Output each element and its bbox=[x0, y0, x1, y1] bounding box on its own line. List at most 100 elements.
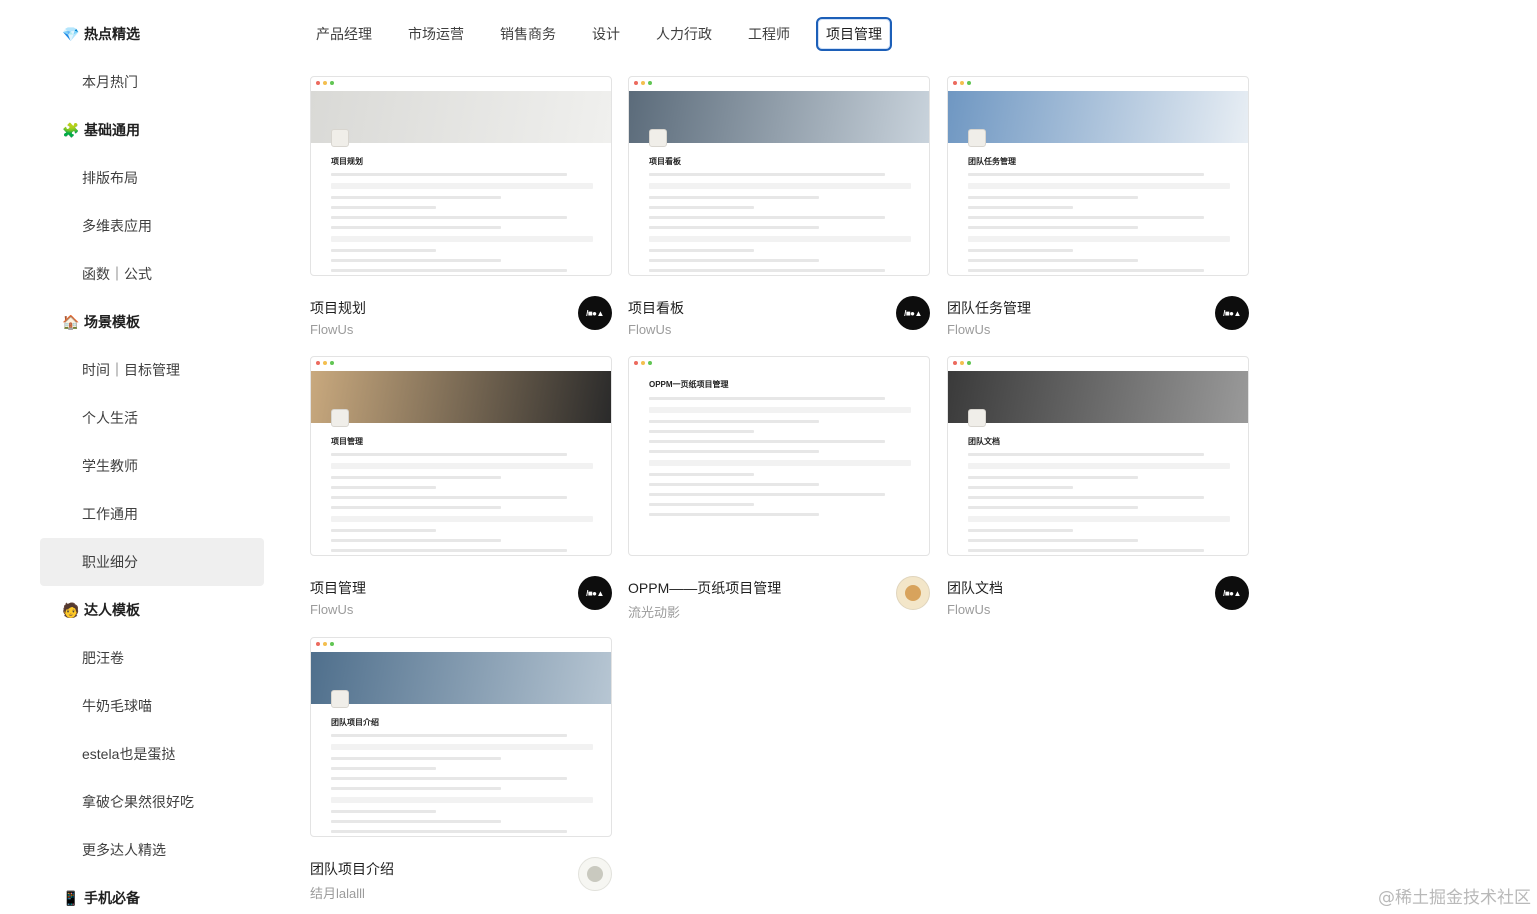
template-card[interactable]: 团队任务管理 团队任务管理 FlowUs/■●▲ bbox=[947, 76, 1249, 338]
flowus-logo-icon: /■●▲ bbox=[586, 308, 604, 318]
sidebar-section[interactable]: 📱 手机必备 bbox=[40, 874, 264, 914]
template-title[interactable]: 项目管理 bbox=[310, 578, 366, 598]
cat-avatar-icon bbox=[587, 866, 603, 882]
sidebar-section[interactable]: 🧩 基础通用 bbox=[40, 106, 264, 154]
thumbnail-doc-title: 项目看板 bbox=[649, 157, 681, 166]
template-author: 结月lalalll bbox=[310, 886, 365, 901]
sidebar-item-label: 拿破仑果然很好吃 bbox=[82, 794, 194, 810]
tab-category[interactable]: 人力行政 bbox=[646, 17, 722, 51]
page-icon bbox=[331, 409, 349, 427]
sidebar-item[interactable]: 个人生活 bbox=[40, 394, 264, 442]
person-icon: 🧑 bbox=[62, 601, 80, 618]
template-thumbnail[interactable]: 团队文档 bbox=[947, 356, 1249, 556]
page-icon bbox=[968, 409, 986, 427]
template-title[interactable]: 团队项目介绍 bbox=[310, 859, 394, 879]
template-thumbnail[interactable]: 团队任务管理 bbox=[947, 76, 1249, 276]
window-dots-icon bbox=[953, 81, 971, 85]
template-author: FlowUs bbox=[628, 322, 672, 337]
watermark: @稀土掘金技术社区 bbox=[1378, 888, 1531, 908]
flowus-logo-icon: /■●▲ bbox=[1223, 588, 1241, 598]
sidebar-item-label: 多维表应用 bbox=[82, 218, 152, 234]
tab-category[interactable]: 产品经理 bbox=[306, 17, 382, 51]
flowus-logo-icon: /■●▲ bbox=[1223, 308, 1241, 318]
sidebar-section[interactable]: 💎 热点精选 bbox=[40, 10, 264, 58]
sidebar-item[interactable]: 职业细分 bbox=[40, 538, 264, 586]
template-thumbnail[interactable]: OPPM一页纸项目管理 bbox=[628, 356, 930, 556]
cover-image bbox=[311, 91, 611, 143]
template-card[interactable]: 项目规划 项目规划 FlowUs/■●▲ bbox=[310, 76, 612, 338]
template-card[interactable]: 项目管理 项目管理 FlowUs/■●▲ bbox=[310, 356, 612, 618]
window-dots-icon bbox=[316, 81, 334, 85]
template-title[interactable]: 项目规划 bbox=[310, 298, 366, 318]
sidebar-item-label: 排版布局 bbox=[82, 170, 138, 186]
window-dots-icon bbox=[634, 361, 652, 365]
sidebar-item[interactable]: estela也是蛋挞 bbox=[40, 730, 264, 778]
thumbnail-content-preview bbox=[968, 173, 1230, 275]
tab-category[interactable]: 工程师 bbox=[738, 17, 800, 51]
thumbnail-doc-title: OPPM一页纸项目管理 bbox=[649, 380, 729, 389]
author-avatar[interactable]: /■●▲ bbox=[578, 296, 612, 330]
sidebar-section[interactable]: 🏠 场景模板 bbox=[40, 298, 264, 346]
template-thumbnail[interactable]: 团队项目介绍 bbox=[310, 637, 612, 837]
page-icon bbox=[649, 129, 667, 147]
template-card[interactable]: 团队文档 团队文档 FlowUs/■●▲ bbox=[947, 356, 1249, 618]
thumbnail-doc-title: 项目管理 bbox=[331, 437, 363, 446]
thumbnail-doc-title: 团队项目介绍 bbox=[331, 718, 379, 727]
flowus-logo-icon: /■●▲ bbox=[586, 588, 604, 598]
sidebar-item[interactable]: 函数｜公式 bbox=[40, 250, 264, 298]
thumbnail-doc-title: 团队任务管理 bbox=[968, 157, 1016, 166]
page-icon bbox=[331, 129, 349, 147]
house-icon: 🏠 bbox=[62, 313, 80, 330]
sidebar-item[interactable]: 更多达人精选 bbox=[40, 826, 264, 874]
thumbnail-content-preview bbox=[331, 173, 593, 275]
sidebar-item[interactable]: 肥汪卷 bbox=[40, 634, 264, 682]
cover-image bbox=[948, 91, 1248, 143]
sidebar-item-label: 学生教师 bbox=[82, 458, 138, 474]
tab-category[interactable]: 设计 bbox=[582, 17, 630, 51]
sidebar-item[interactable]: 拿破仑果然很好吃 bbox=[40, 778, 264, 826]
template-author: FlowUs bbox=[947, 602, 991, 617]
tab-category[interactable]: 项目管理 bbox=[816, 17, 892, 51]
sidebar-item[interactable]: 牛奶毛球喵 bbox=[40, 682, 264, 730]
author-avatar[interactable] bbox=[896, 576, 930, 610]
template-author: 流光动影 bbox=[628, 605, 681, 620]
sidebar-item[interactable]: 学生教师 bbox=[40, 442, 264, 490]
author-avatar[interactable]: /■●▲ bbox=[896, 296, 930, 330]
tab-category[interactable]: 销售商务 bbox=[490, 17, 566, 51]
sidebar-item[interactable]: 多维表应用 bbox=[40, 202, 264, 250]
sidebar-item-label: 时间｜目标管理 bbox=[82, 362, 180, 378]
template-thumbnail[interactable]: 项目规划 bbox=[310, 76, 612, 276]
author-avatar[interactable]: /■●▲ bbox=[578, 576, 612, 610]
cover-image bbox=[948, 371, 1248, 423]
thumbnail-content-preview bbox=[968, 453, 1230, 555]
sidebar-item-label: 个人生活 bbox=[82, 410, 138, 426]
sidebar-item[interactable]: 排版布局 bbox=[40, 154, 264, 202]
sidebar-item[interactable]: 工作通用 bbox=[40, 490, 264, 538]
window-dots-icon bbox=[316, 642, 334, 646]
cover-image bbox=[629, 91, 929, 143]
sidebar-item[interactable]: 本月热门 bbox=[40, 58, 264, 106]
template-title[interactable]: 团队文档 bbox=[947, 578, 1003, 598]
sidebar-section[interactable]: 🧑 达人模板 bbox=[40, 586, 264, 634]
flowus-logo-icon: /■●▲ bbox=[904, 308, 922, 318]
sidebar-item-label: 职业细分 bbox=[82, 554, 138, 570]
cover-image bbox=[311, 652, 611, 704]
author-avatar[interactable] bbox=[578, 857, 612, 891]
author-avatar[interactable]: /■●▲ bbox=[1215, 296, 1249, 330]
template-card[interactable]: 团队项目介绍 团队项目介绍 结月lalalll bbox=[310, 637, 612, 901]
sidebar-item-label: 手机必备 bbox=[84, 890, 140, 906]
template-author: FlowUs bbox=[310, 602, 354, 617]
template-title[interactable]: 项目看板 bbox=[628, 298, 684, 318]
sidebar-item-label: 肥汪卷 bbox=[82, 650, 124, 666]
template-title[interactable]: OPPM——页纸项目管理 bbox=[628, 578, 781, 598]
template-card[interactable]: OPPM一页纸项目管理 OPPM——页纸项目管理流光动影 bbox=[628, 356, 930, 620]
template-title[interactable]: 团队任务管理 bbox=[947, 298, 1031, 318]
template-card[interactable]: 项目看板 项目看板 FlowUs/■●▲ bbox=[628, 76, 930, 338]
tab-category[interactable]: 市场运营 bbox=[398, 17, 474, 51]
template-thumbnail[interactable]: 项目管理 bbox=[310, 356, 612, 556]
sidebar-item[interactable]: 时间｜目标管理 bbox=[40, 346, 264, 394]
author-avatar[interactable]: /■●▲ bbox=[1215, 576, 1249, 610]
cover-image bbox=[311, 371, 611, 423]
template-thumbnail[interactable]: 项目看板 bbox=[628, 76, 930, 276]
template-author: FlowUs bbox=[310, 322, 354, 337]
